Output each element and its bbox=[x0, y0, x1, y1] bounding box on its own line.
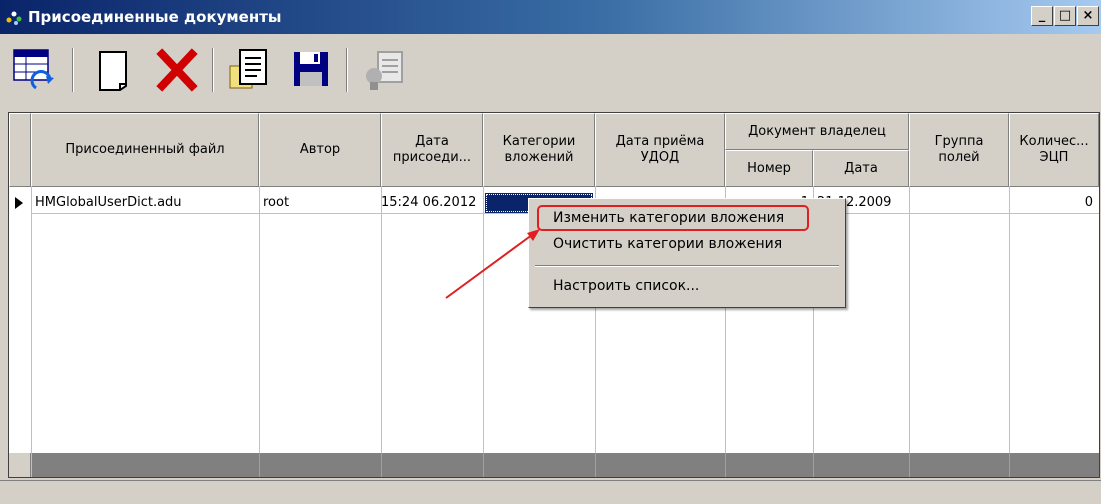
annotation-arrow bbox=[445, 229, 540, 299]
attached-documents-window: Присоединенные документы _ □ × Присоедин… bbox=[0, 0, 1101, 504]
